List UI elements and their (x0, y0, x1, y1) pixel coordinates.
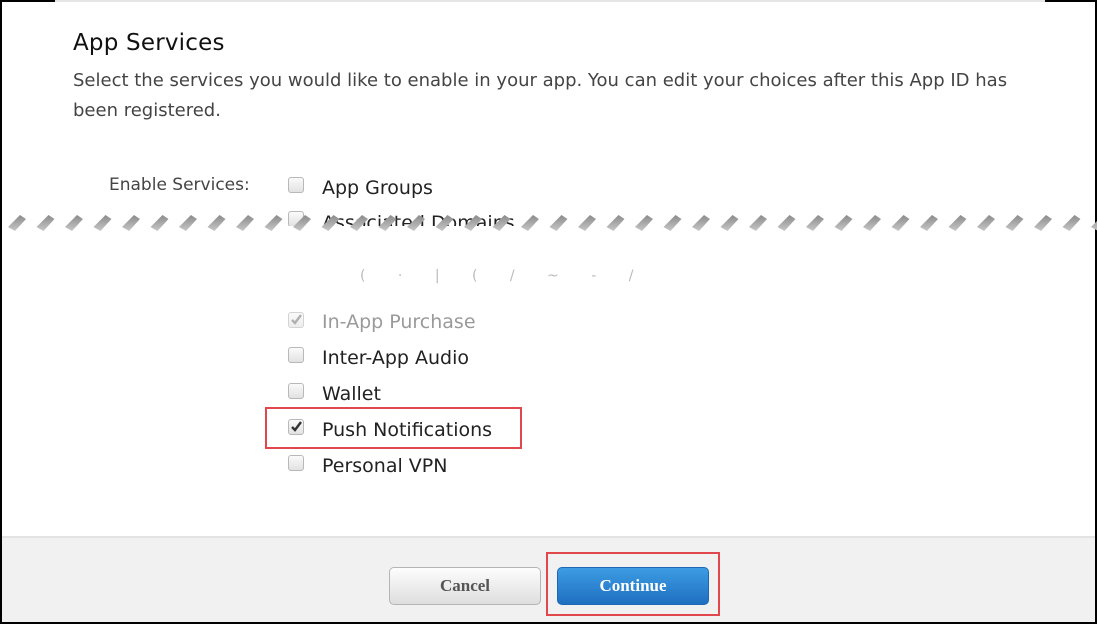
torn-edge-tooth (1034, 215, 1052, 231)
checkbox-push-notifications[interactable] (288, 419, 304, 435)
checkbox-app-groups[interactable] (288, 177, 304, 193)
torn-edge-tooth (606, 215, 625, 231)
torn-edge-tooth (635, 215, 653, 231)
torn-edge-tooth (435, 215, 454, 231)
checkbox-personal-vpn[interactable] (288, 455, 304, 471)
section-title: App Services (73, 30, 225, 56)
torn-edge-tooth (122, 215, 140, 231)
torn-edge-tooth (720, 215, 739, 231)
torn-edge-tooth (293, 215, 311, 231)
top-divider (55, 0, 1045, 2)
torn-edge-tooth (93, 215, 112, 231)
checkmark-icon (291, 314, 302, 325)
torn-edge-tooth (1062, 215, 1081, 231)
torn-edge-tooth (834, 215, 853, 231)
torn-edge-tooth (948, 215, 967, 231)
checkbox-in-app-purchase (288, 312, 304, 328)
torn-edge-tooth (1005, 215, 1024, 231)
torn-edge-tooth (236, 215, 254, 231)
enable-services-label: Enable Services: (109, 175, 250, 195)
torn-edge-tooth (65, 215, 83, 231)
service-label-push-notifications[interactable]: Push Notifications (322, 419, 492, 441)
service-label-app-groups[interactable]: App Groups (322, 177, 433, 199)
service-label-inter-app-audio[interactable]: Inter-App Audio (322, 347, 469, 369)
torn-edge-tooth (150, 215, 169, 231)
torn-edge-tooth (492, 215, 511, 231)
torn-edge-tooth (264, 215, 283, 231)
torn-edge-tooth (407, 215, 425, 231)
torn-edge-tooth (663, 215, 682, 231)
torn-edge-tooth (321, 215, 340, 231)
torn-edge-tooth (207, 215, 226, 231)
torn-edge-tooth (920, 215, 938, 231)
torn-edge-tooth (464, 215, 482, 231)
torn-edge-tooth (749, 215, 767, 231)
checkmark-icon (291, 421, 302, 432)
torn-edge-tooth (863, 215, 881, 231)
torn-edge-tooth (692, 215, 710, 231)
torn-edge-tooth (350, 215, 368, 231)
torn-edge-tooth (378, 215, 397, 231)
checkbox-inter-app-audio[interactable] (288, 347, 304, 363)
torn-text-fragment: ( · | ( / ~ - / (360, 268, 648, 284)
torn-edge-tooth (36, 215, 55, 231)
service-label-wallet[interactable]: Wallet (322, 383, 381, 405)
torn-edge-tooth (549, 215, 568, 231)
torn-edge-tooth (1091, 221, 1097, 231)
service-label-in-app-purchase: In-App Purchase (322, 311, 476, 333)
continue-button[interactable]: Continue (557, 567, 709, 605)
service-label-personal-vpn[interactable]: Personal VPN (322, 455, 447, 477)
torn-edge-tooth (578, 215, 596, 231)
torn-edge-divider (8, 215, 1097, 231)
torn-edge-tooth (777, 215, 796, 231)
section-description: Select the services you would like to en… (73, 70, 1008, 121)
torn-edge-tooth (8, 215, 26, 231)
torn-edge-tooth (977, 215, 995, 231)
torn-edge-tooth (521, 215, 539, 231)
checkbox-wallet[interactable] (288, 383, 304, 399)
torn-edge-tooth (806, 215, 824, 231)
torn-edge-tooth (179, 215, 197, 231)
cancel-button[interactable]: Cancel (389, 567, 541, 605)
torn-edge-tooth (891, 215, 910, 231)
